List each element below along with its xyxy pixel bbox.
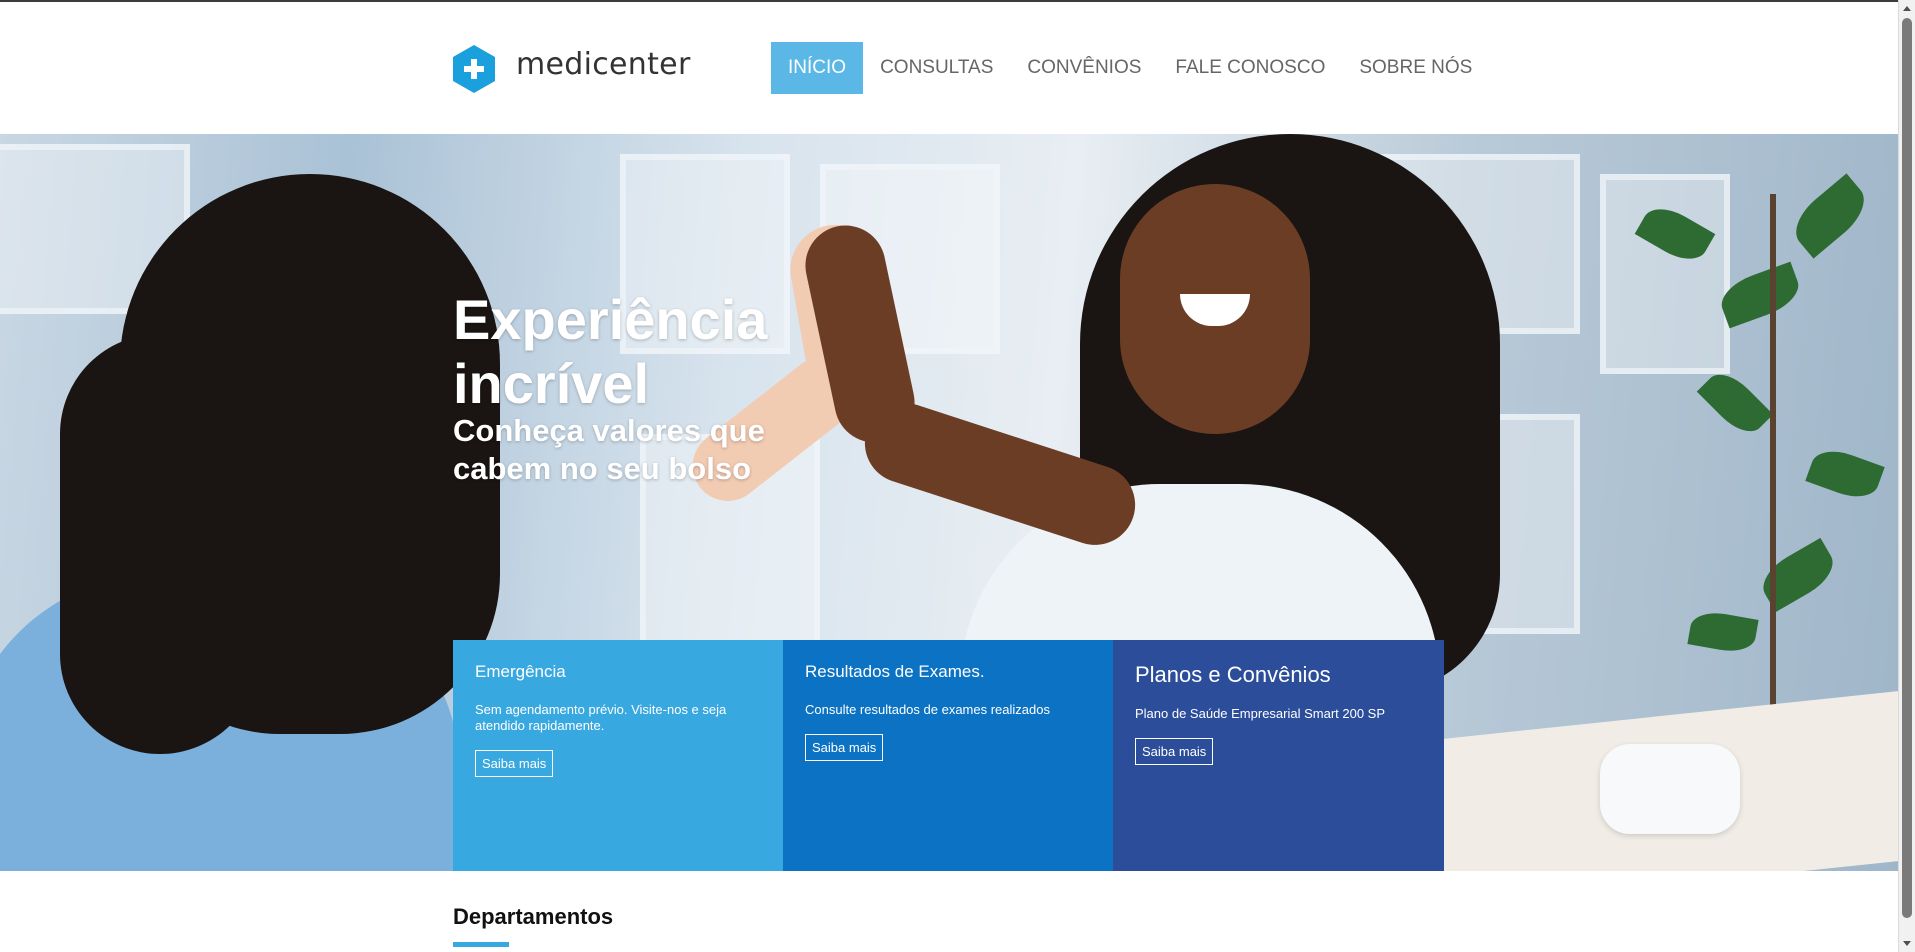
nav-item-convenios[interactable]: CONVÊNIOS: [1010, 42, 1158, 94]
nav-item-sobre-nos[interactable]: SOBRE NÓS: [1342, 42, 1489, 94]
card-title: Emergência: [475, 662, 566, 681]
saiba-mais-button[interactable]: Saiba mais: [475, 750, 554, 777]
card-resultados-exames: Resultados de Exames. Consulte resultado…: [783, 640, 1113, 871]
scroll-up-icon[interactable]: [1903, 6, 1911, 11]
nav-item-fale-conosco[interactable]: FALE CONOSCO: [1158, 42, 1342, 94]
saiba-mais-button[interactable]: Saiba mais: [1135, 738, 1214, 765]
card-emergencia: Emergência Sem agendamento prévio. Visit…: [453, 640, 783, 871]
scroll-down-icon[interactable]: [1903, 941, 1911, 946]
main-nav: INÍCIO CONSULTAS CONVÊNIOS FALE CONOSCO …: [771, 42, 1489, 94]
card-text: Sem agendamento prévio. Visite-nos e sej…: [475, 702, 727, 733]
service-cards: Emergência Sem agendamento prévio. Visit…: [453, 640, 1444, 871]
card-text: Plano de Saúde Empresarial Smart 200 SP: [1135, 706, 1386, 721]
brand-name: medicenter: [516, 46, 691, 82]
vertical-scrollbar[interactable]: [1898, 0, 1915, 952]
brand-logo[interactable]: medicenter: [452, 44, 691, 94]
card-planos-convenios: Planos e Convênios Plano de Saúde Empres…: [1113, 640, 1444, 871]
plus-hexagon-icon: [453, 45, 495, 93]
departments-heading: Departamentos: [453, 904, 614, 929]
hero-subtitle: Conheça valores que cabem no seu bolso: [453, 413, 765, 486]
hero-title: Experiência incrível: [453, 288, 768, 415]
heading-underline: [453, 942, 509, 947]
scroll-thumb[interactable]: [1902, 18, 1912, 918]
card-title: Resultados de Exames.: [805, 662, 985, 681]
card-text: Consulte resultados de exames realizados: [805, 702, 1050, 717]
nav-item-consultas[interactable]: CONSULTAS: [863, 42, 1010, 94]
saiba-mais-button[interactable]: Saiba mais: [805, 734, 884, 761]
site-header: medicenter INÍCIO CONSULTAS CONVÊNIOS FA…: [0, 2, 1898, 134]
card-title: Planos e Convênios: [1135, 662, 1331, 687]
nav-item-inicio[interactable]: INÍCIO: [771, 42, 864, 94]
